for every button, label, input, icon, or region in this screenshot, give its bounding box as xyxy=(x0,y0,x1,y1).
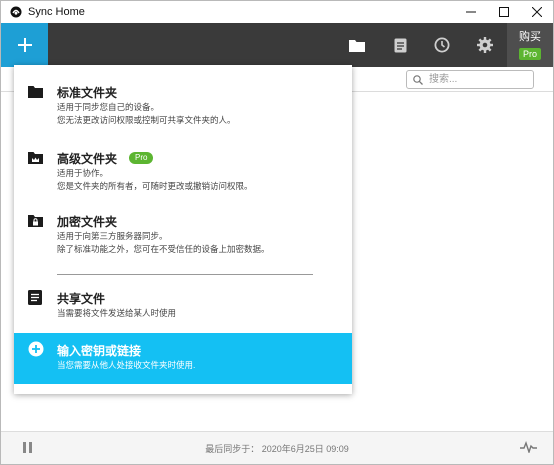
crown-folder-icon xyxy=(28,152,43,164)
file-icon xyxy=(28,290,42,305)
menu-item-desc: 当您需要从他人处接收文件夹时使用. xyxy=(57,360,196,370)
pro-badge: Pro xyxy=(129,152,154,164)
menu-item-desc: 适用于协作。 xyxy=(57,168,109,178)
menu-item-enter-key[interactable]: 输入密钥或链接 当您需要从他人处接收文件夹时使用. xyxy=(14,333,352,384)
menu-item-desc: 您无法更改访问权限或控制可共享文件夹的人。 xyxy=(57,115,236,125)
minimize-icon xyxy=(465,11,476,13)
toolbar: 购买 Pro xyxy=(1,23,553,67)
folder-icon xyxy=(349,39,365,52)
menu-item-desc: 您是文件夹的所有者，可随时更改或撤销访问权限。 xyxy=(57,181,253,191)
menu-item-title: 标准文件夹 xyxy=(57,86,118,100)
search-icon xyxy=(413,74,423,85)
app-logo-icon xyxy=(10,6,22,18)
app-window: Sync Home 购买 Pro 搜索... 最后同步于： 2020年6月25日… xyxy=(0,0,554,465)
minimize-button[interactable] xyxy=(454,1,487,23)
plus-icon xyxy=(17,38,32,52)
maximize-button[interactable] xyxy=(487,1,520,23)
pro-badge: Pro xyxy=(518,48,541,60)
menu-divider xyxy=(57,274,313,275)
status-bar: 最后同步于： 2020年6月25日 09:09 xyxy=(1,431,553,464)
menu-item-title: 输入密钥或链接 xyxy=(57,344,142,358)
menu-item-title: 加密文件夹 xyxy=(57,215,118,229)
menu-item-desc: 适用于向第三方服务器同步。 xyxy=(57,231,168,241)
window-title: Sync Home xyxy=(28,6,85,18)
tab-history[interactable] xyxy=(380,23,420,67)
lock-folder-icon xyxy=(28,215,43,227)
add-folder-button[interactable] xyxy=(1,23,48,67)
search-box xyxy=(406,70,534,89)
menu-item-share-file[interactable]: 共享文件 当需要将文件发送给某人时使用 xyxy=(14,280,352,332)
menu-item-title: 共享文件 xyxy=(57,292,106,306)
search-input[interactable] xyxy=(427,73,526,86)
buy-label: 购买 xyxy=(519,31,541,43)
last-sync-text: 最后同步于： 2020年6月25日 09:09 xyxy=(205,444,349,454)
tab-settings[interactable] xyxy=(465,23,505,67)
menu-item-title: 高级文件夹 xyxy=(57,152,118,166)
add-folder-menu: 标准文件夹 适用于同步您自己的设备。 您无法更改访问权限或控制可共享文件夹的人。… xyxy=(14,65,352,394)
clock-icon xyxy=(434,37,450,53)
menu-item-standard-folder[interactable]: 标准文件夹 适用于同步您自己的设备。 您无法更改访问权限或控制可共享文件夹的人。 xyxy=(14,65,352,131)
close-button[interactable] xyxy=(520,1,553,23)
plus-circle-icon xyxy=(28,341,44,357)
title-bar: Sync Home xyxy=(1,1,553,23)
buy-pro-button[interactable]: 购买 Pro xyxy=(507,23,553,67)
tab-folders[interactable] xyxy=(337,23,377,67)
menu-item-desc: 当需要将文件发送给某人时使用 xyxy=(57,308,177,318)
close-icon xyxy=(531,7,542,17)
tab-clock[interactable] xyxy=(422,23,462,67)
maximize-icon xyxy=(498,7,509,17)
menu-item-advanced-folder[interactable]: 高级文件夹 Pro 适用于协作。 您是文件夹的所有者，可随时更改或撤销访问权限。 xyxy=(14,131,352,197)
activity-icon[interactable] xyxy=(520,441,537,453)
gear-icon xyxy=(477,37,493,53)
menu-item-desc: 除了标准功能之外，您可在不受信任的设备上加密数据。 xyxy=(57,244,270,254)
document-icon xyxy=(394,38,406,52)
folder-icon xyxy=(28,86,43,98)
menu-item-encrypted-folder[interactable]: 加密文件夹 适用于向第三方服务器同步。 除了标准功能之外，您可在不受信任的设备上… xyxy=(14,197,352,263)
menu-item-desc: 适用于同步您自己的设备。 xyxy=(57,102,160,112)
